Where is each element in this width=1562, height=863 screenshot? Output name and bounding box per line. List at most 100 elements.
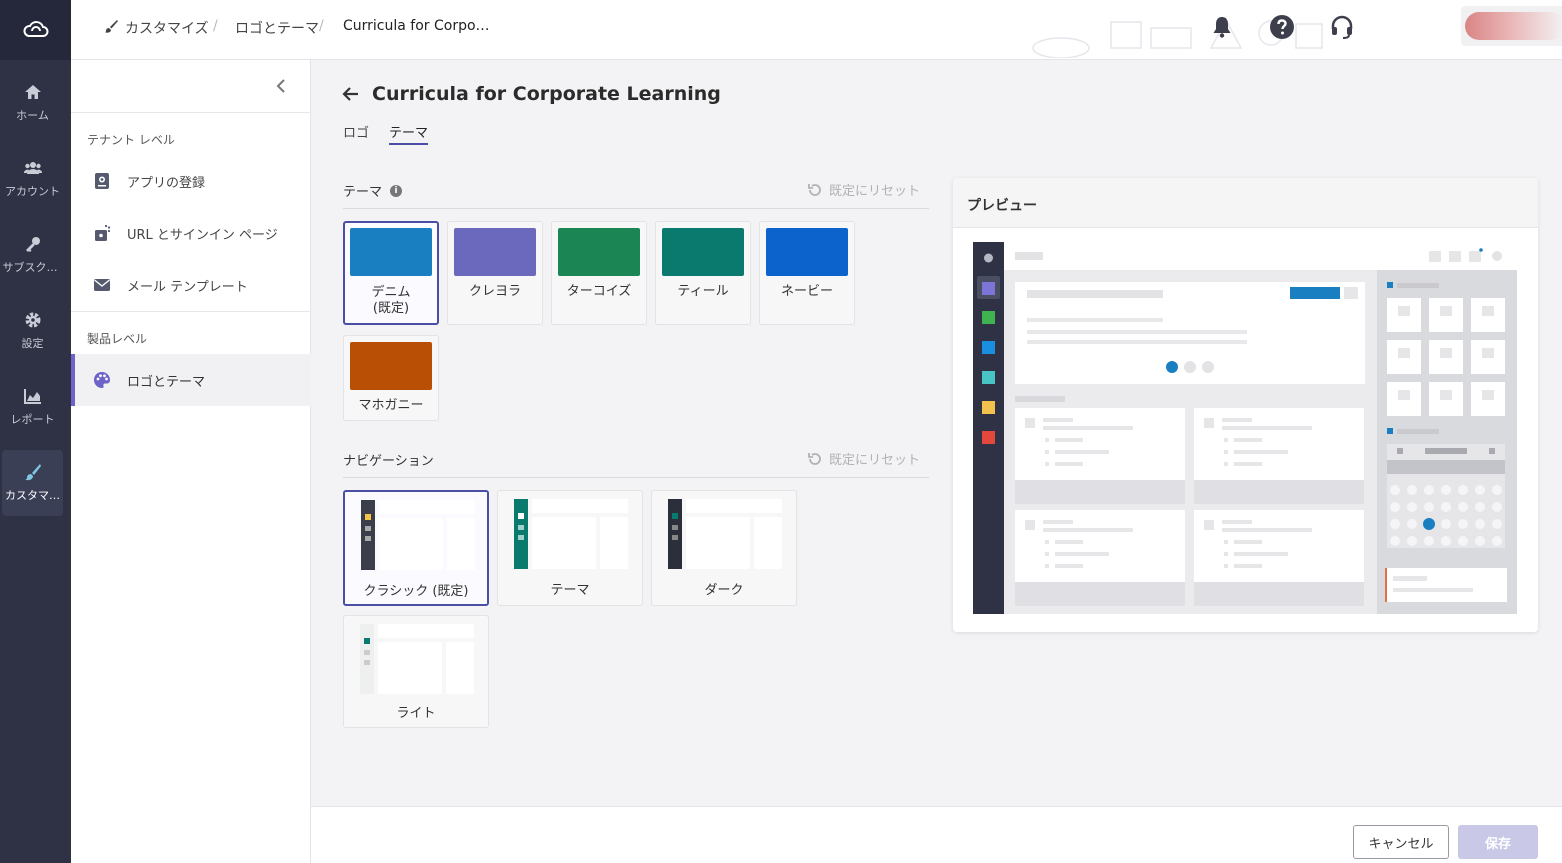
nav-section-label: ナビゲーション	[343, 450, 434, 469]
avatar	[1465, 12, 1562, 40]
rail-item-settings[interactable]: 設定	[2, 298, 63, 364]
swatch-label: ターコイズ	[566, 284, 632, 299]
brush-icon	[24, 464, 41, 481]
main-content: Curricula for Corporate Learning ロゴ テーマ …	[311, 60, 1562, 806]
chevron-left-icon[interactable]	[271, 76, 291, 96]
users-icon	[23, 162, 42, 174]
sidebar-item-mail-templates[interactable]: メール テンプレート	[71, 259, 311, 311]
rail-label-customize: カスタマ…	[5, 489, 60, 502]
info-icon[interactable]: i	[390, 184, 403, 197]
gear-icon	[25, 312, 40, 328]
help-icon[interactable]	[1269, 14, 1295, 40]
page-title: Curricula for Corporate Learning	[372, 83, 721, 105]
cloud-logo-icon	[22, 21, 48, 37]
reset-icon	[808, 183, 821, 196]
swatch-label: ネービー	[780, 284, 833, 299]
rail-label-settings: 設定	[21, 337, 44, 350]
tenant-level-heading: テナント レベル	[87, 133, 175, 147]
sidebar-item-logo-theme[interactable]: ロゴとテーマ	[71, 354, 311, 406]
sidebar-item-app-registration[interactable]: アプリの登録	[71, 155, 311, 207]
section-divider	[343, 477, 929, 478]
nav-option-label: ライト	[396, 706, 436, 721]
swatch-color	[558, 228, 640, 276]
breadcrumb-customize[interactable]: カスタマイズ	[125, 18, 209, 38]
mail-icon	[94, 279, 110, 291]
reset-label: 既定にリセット	[829, 453, 921, 468]
theme-swatch-crayola[interactable]: クレヨラ	[447, 221, 543, 325]
nav-option-label: クラシック (既定)	[363, 584, 469, 599]
rail-label-home: ホーム	[16, 109, 49, 122]
app-rail: ホーム アカウント サブスクリ… 設定 レポート カスタマ…	[0, 0, 71, 863]
theme-preview-illustration	[973, 242, 1517, 614]
swatch-color	[454, 228, 536, 276]
theme-swatch-navy[interactable]: ネービー	[759, 221, 855, 325]
url-signin-icon	[95, 224, 111, 241]
sidebar-item-label: メール テンプレート	[127, 279, 248, 295]
swatch-label: デニム (既定)	[371, 285, 411, 316]
home-icon	[24, 85, 41, 99]
breadcrumb-separator: /	[213, 18, 218, 34]
sidebar-item-label: ロゴとテーマ	[127, 374, 206, 390]
swatch-label: マホガニー	[358, 398, 424, 413]
theme-swatch-mahogany[interactable]: マホガニー	[343, 335, 439, 421]
breadcrumb-separator: /	[319, 18, 324, 34]
preview-title: プレビュー	[953, 178, 1538, 228]
nav-reset-button[interactable]: 既定にリセット	[807, 449, 920, 468]
header-decoration-illustration	[1032, 18, 1323, 58]
rail-label-subscriptions: サブスクリ…	[2, 261, 63, 274]
sidebar-item-url-signin[interactable]: URL とサインイン ページ	[71, 207, 311, 259]
sidebar-item-label: アプリの登録	[127, 175, 206, 191]
app-logo[interactable]	[0, 0, 71, 60]
rail-item-customize[interactable]: カスタマ…	[2, 450, 63, 516]
nav-option-light[interactable]: ライト	[343, 615, 489, 728]
app-register-icon	[95, 173, 109, 189]
theme-swatch-turquoise[interactable]: ターコイズ	[551, 221, 647, 325]
nav-option-dark[interactable]: ダーク	[651, 490, 797, 606]
breadcrumb-logo-theme[interactable]: ロゴとテーマ	[235, 18, 319, 38]
rail-item-reports[interactable]: レポート	[2, 374, 63, 440]
nav-dark-thumbnail	[668, 499, 782, 569]
swatch-color	[350, 228, 432, 276]
headset-icon[interactable]	[1329, 14, 1355, 40]
key-icon	[25, 237, 40, 252]
section-divider	[343, 208, 929, 209]
brush-icon	[105, 20, 118, 33]
rail-item-home[interactable]: ホーム	[2, 70, 63, 136]
theme-section-title: テーマ	[343, 185, 383, 200]
tab-theme[interactable]: テーマ	[389, 122, 429, 145]
swatch-color	[766, 228, 848, 276]
reset-label: 既定にリセット	[829, 184, 921, 199]
back-arrow-icon[interactable]	[341, 84, 361, 104]
chart-icon	[23, 389, 41, 404]
sidebar-item-label: URL とサインイン ページ	[127, 227, 278, 243]
rail-item-subscriptions[interactable]: サブスクリ…	[2, 222, 63, 288]
theme-swatch-teal[interactable]: ティール	[655, 221, 751, 325]
reset-icon	[808, 452, 821, 465]
theme-reset-button[interactable]: 既定にリセット	[807, 180, 920, 199]
theme-swatch-denim[interactable]: デニム (既定)	[343, 221, 439, 325]
nav-light-thumbnail	[360, 624, 474, 694]
theme-section-label: テーマ i	[343, 181, 403, 200]
swatch-label: ティール	[677, 284, 729, 299]
user-menu[interactable]	[1461, 6, 1562, 46]
save-button[interactable]: 保存	[1458, 825, 1538, 859]
product-level-heading: 製品レベル	[87, 332, 148, 346]
rail-label-accounts: アカウント	[5, 185, 60, 198]
bell-icon[interactable]	[1209, 14, 1235, 40]
preview-panel: プレビュー	[953, 178, 1538, 632]
swatch-color	[662, 228, 744, 276]
nav-option-classic[interactable]: クラシック (既定)	[343, 490, 489, 606]
nav-section-title: ナビゲーション	[343, 454, 434, 469]
footer-bar: キャンセル 保存	[311, 806, 1562, 863]
nav-option-label: テーマ	[550, 583, 590, 598]
palette-icon	[94, 372, 110, 388]
nav-classic-thumbnail	[361, 500, 475, 570]
sidebar-divider	[71, 112, 311, 113]
rail-item-accounts[interactable]: アカウント	[2, 146, 63, 212]
nav-option-theme[interactable]: テーマ	[497, 490, 643, 606]
tab-logo[interactable]: ロゴ	[343, 122, 369, 141]
cancel-button[interactable]: キャンセル	[1353, 825, 1449, 859]
top-bar: カスタマイズ / ロゴとテーマ / Curricula for Corpo…	[71, 0, 1562, 60]
sidebar-divider	[71, 311, 311, 312]
breadcrumb-current: Curricula for Corpo…	[343, 18, 490, 34]
